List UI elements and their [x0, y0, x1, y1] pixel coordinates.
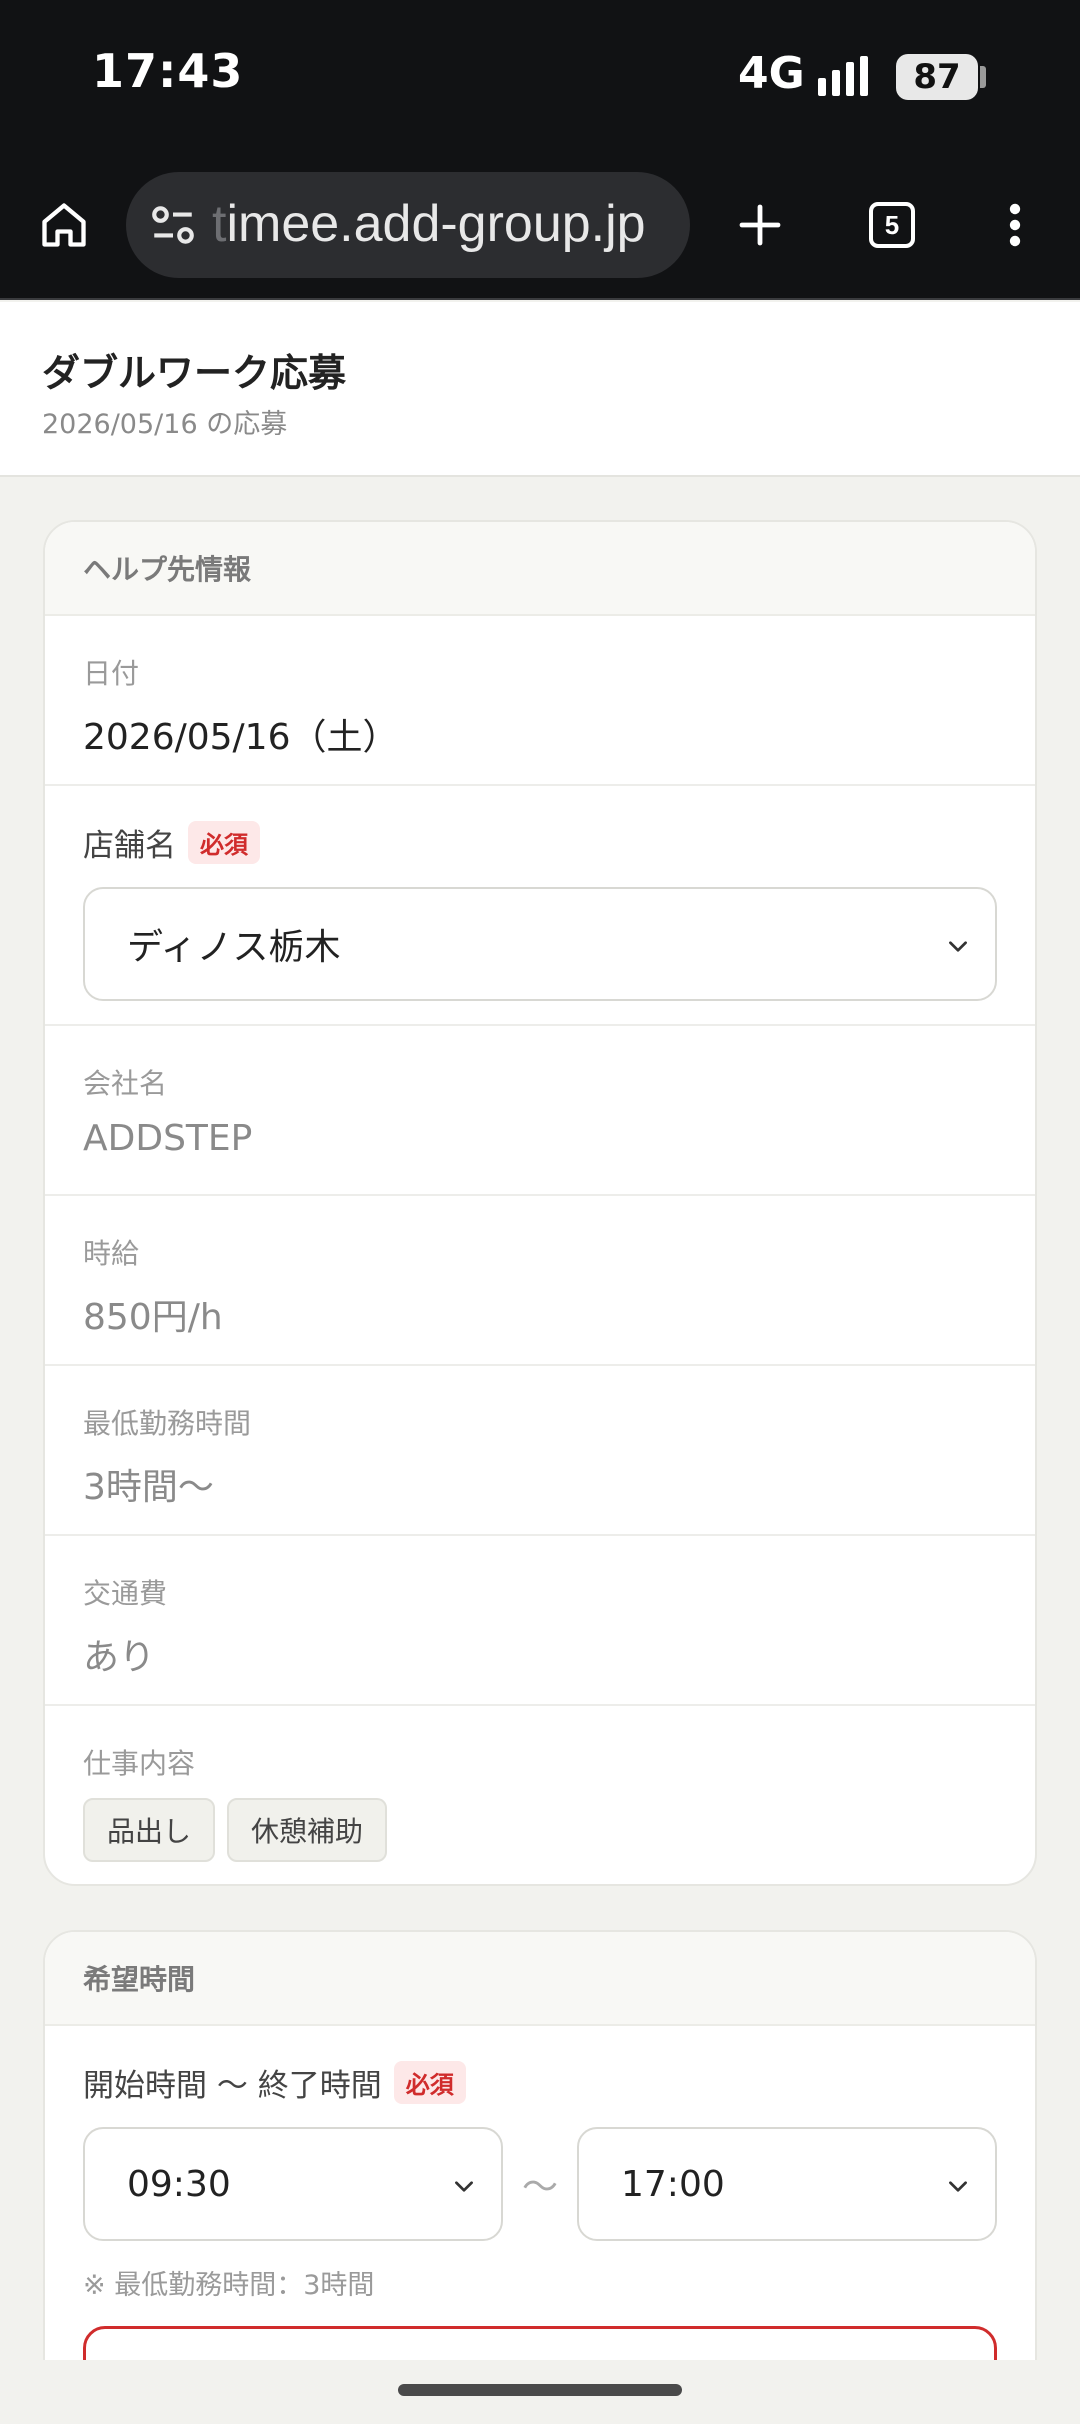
- end-time-select[interactable]: 17:00: [577, 2127, 997, 2241]
- job-tags: 品出し 休憩補助: [83, 1798, 997, 1862]
- wage-row: 時給 850円/h: [45, 1196, 1035, 1366]
- time-range-label-wrap: 開始時間 〜 終了時間 必須: [83, 2060, 997, 2105]
- company-label: 会社名: [83, 1067, 168, 1100]
- transport-value: あり: [83, 1637, 156, 1678]
- desired-time-heading: 希望時間: [45, 1932, 1035, 2026]
- battery-tip-icon: [980, 66, 986, 88]
- required-badge: 必須: [393, 2061, 466, 2104]
- required-badge: 必須: [188, 821, 260, 864]
- store-row: 店舗名 必須 ディノス栃木: [45, 786, 1035, 1026]
- start-time-value: 09:30: [127, 2163, 231, 2205]
- tab-count: 5: [869, 202, 915, 248]
- help-info-heading: ヘルプ先情報: [45, 522, 1035, 616]
- date-value: 2026/05/16（土）: [83, 717, 399, 758]
- store-select-value: ディノス栃木: [127, 927, 341, 968]
- min-hours-label: 最低勤務時間: [83, 1407, 252, 1440]
- signal-bars-icon: [818, 56, 874, 96]
- time-separator: 〜: [521, 2167, 558, 2208]
- min-hours-row: 最低勤務時間 3時間〜: [45, 1366, 1035, 1536]
- more-menu-icon[interactable]: [980, 150, 1050, 300]
- company-value: ADDSTEP: [83, 1118, 253, 1159]
- job-label: 仕事内容: [83, 1747, 196, 1780]
- date-label: 日付: [83, 657, 140, 690]
- min-hours-note: ※ 最低勤務時間：3時間: [83, 2270, 375, 2301]
- url-domain: imee.add-group.jp: [226, 195, 646, 253]
- min-hours-value: 3時間〜: [83, 1467, 214, 1508]
- transport-row: 交通費 あり: [45, 1536, 1035, 1706]
- gesture-nav-handle[interactable]: [398, 2384, 682, 2396]
- store-label-wrap: 店舗名 必須: [83, 820, 997, 865]
- page-subtitle: 2026/05/16 の応募: [42, 409, 288, 440]
- chevron-down-icon: [949, 941, 967, 952]
- date-row: 日付 2026/05/16（土）: [45, 616, 1035, 786]
- help-info-card: ヘルプ先情報 日付 2026/05/16（土） 店舗名 必須 ディノス栃木 会社…: [43, 520, 1037, 1886]
- start-time-select[interactable]: 09:30: [83, 2127, 503, 2241]
- battery-indicator: 87: [896, 54, 978, 100]
- store-label: 店舗名: [83, 828, 176, 864]
- job-tag: 品出し: [83, 1798, 216, 1862]
- wage-value: 850円/h: [83, 1297, 223, 1338]
- wage-label: 時給: [83, 1237, 140, 1270]
- tab-switcher-icon[interactable]: 5: [852, 150, 932, 300]
- address-bar[interactable]: timee.add-group.jp: [126, 172, 690, 278]
- job-tag: 休憩補助: [227, 1798, 388, 1862]
- time-range-label: 開始時間 〜 終了時間: [83, 2068, 382, 2104]
- transport-label: 交通費: [83, 1577, 168, 1610]
- network-type: 4G: [738, 48, 805, 99]
- chevron-down-icon: [949, 2181, 967, 2192]
- end-time-value: 17:00: [621, 2163, 725, 2205]
- url-faded-char: t: [212, 195, 227, 253]
- url-text[interactable]: timee.add-group.jp: [212, 194, 646, 254]
- new-tab-icon[interactable]: [720, 150, 800, 300]
- home-icon[interactable]: [30, 150, 98, 300]
- status-bar: 17:43 4G 87: [0, 0, 1080, 150]
- job-row: 仕事内容 品出し 休憩補助: [45, 1706, 1035, 1876]
- browser-toolbar: timee.add-group.jp 5: [0, 150, 1080, 300]
- site-settings-icon[interactable]: [148, 200, 198, 250]
- status-time: 17:43: [92, 44, 244, 98]
- store-select[interactable]: ディノス栃木: [83, 887, 997, 1001]
- desired-time-card: 希望時間 開始時間 〜 終了時間 必須 09:30 〜 17:00 ※ 最低勤務…: [43, 1930, 1037, 2424]
- time-selects: 09:30 〜 17:00: [83, 2127, 997, 2241]
- page-title: ダブルワーク応募: [42, 351, 347, 395]
- company-row: 会社名 ADDSTEP: [45, 1026, 1035, 1196]
- page-header: ダブルワーク応募 2026/05/16 の応募: [0, 302, 1080, 477]
- chevron-down-icon: [455, 2181, 473, 2192]
